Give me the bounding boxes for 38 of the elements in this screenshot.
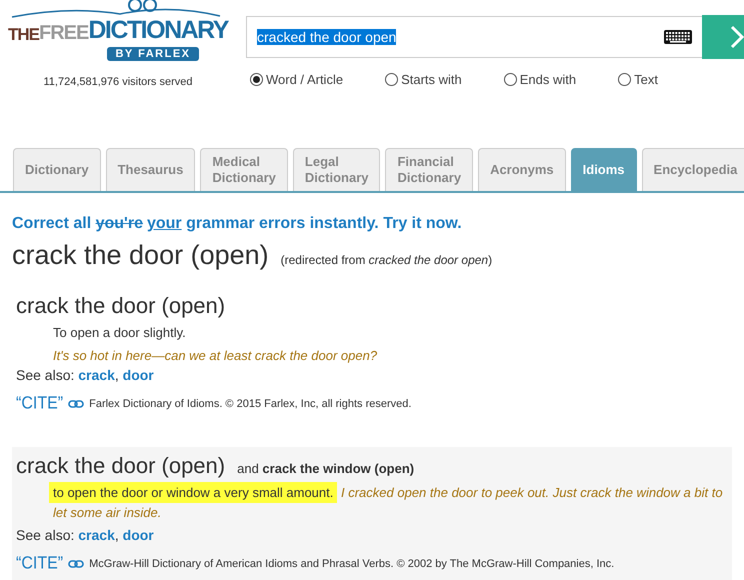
cite-link[interactable]: “CITE” <box>16 554 64 574</box>
headword: crack the door (open) <box>16 293 226 319</box>
link-icon[interactable] <box>68 400 84 408</box>
tab[interactable]: Financial Dictionary <box>385 148 474 191</box>
headword: crack the door (open) <box>16 453 226 479</box>
link-icon[interactable] <box>68 560 84 568</box>
search-mode-option[interactable]: Text <box>618 72 658 87</box>
promo-link[interactable]: Correct all you're your grammar errors instantly. Try it now. <box>12 215 462 232</box>
source-note: McGraw-Hill Dictionary of American Idioms and Phrasal Verbs. © 2002 by The McGraw-Hill Companies, Inc. <box>89 558 614 570</box>
tab[interactable]: Dictionary <box>13 148 101 191</box>
search-field[interactable]: cracked the door open <box>246 16 702 58</box>
see-also-link[interactable]: crack <box>78 527 115 543</box>
tab[interactable]: Idioms <box>570 148 637 191</box>
see-also-link[interactable]: door <box>122 527 154 543</box>
tab[interactable]: Thesaurus <box>106 148 196 191</box>
variant-note: and crack the window (open) <box>237 461 414 476</box>
example-sentence: It's so hot in here—can we at least crack the door open? <box>53 348 378 363</box>
see-also-link[interactable]: door <box>122 367 154 383</box>
search-button[interactable] <box>702 15 744 59</box>
page-title: crack the door (open) <box>12 240 269 271</box>
definition: To open a door slightly. <box>53 325 187 340</box>
search-mode-option[interactable]: Word / Article <box>250 72 344 87</box>
tab[interactable]: Acronyms <box>478 148 566 191</box>
see-also-link[interactable]: crack <box>78 367 115 383</box>
search-mode-option[interactable]: Starts with <box>385 72 462 87</box>
see-also-line: See also: crack, door <box>16 527 154 543</box>
search-mode-option[interactable]: Ends with <box>504 72 576 87</box>
tab[interactable]: Encyclopedia <box>642 148 744 191</box>
logo[interactable]: THEFREEDICTIONARY BY FARLEX <box>10 0 226 64</box>
cite-link[interactable]: “CITE” <box>16 394 64 414</box>
chevron-icon[interactable] <box>730 25 744 49</box>
source-note: Farlex Dictionary of Idioms. © 2015 Farlex, Inc, all rights reserved. <box>89 398 412 410</box>
keyboard-icon[interactable] <box>664 30 692 44</box>
redirect-note: (redirected from cracked the door open) <box>280 253 492 267</box>
visitor-count: 11,724,581,976 visitors served <box>44 76 192 88</box>
tab[interactable]: Legal Dictionary <box>292 148 380 191</box>
tab[interactable]: Medical Dictionary <box>200 148 288 191</box>
see-also-line: See also: crack, door <box>16 367 154 383</box>
